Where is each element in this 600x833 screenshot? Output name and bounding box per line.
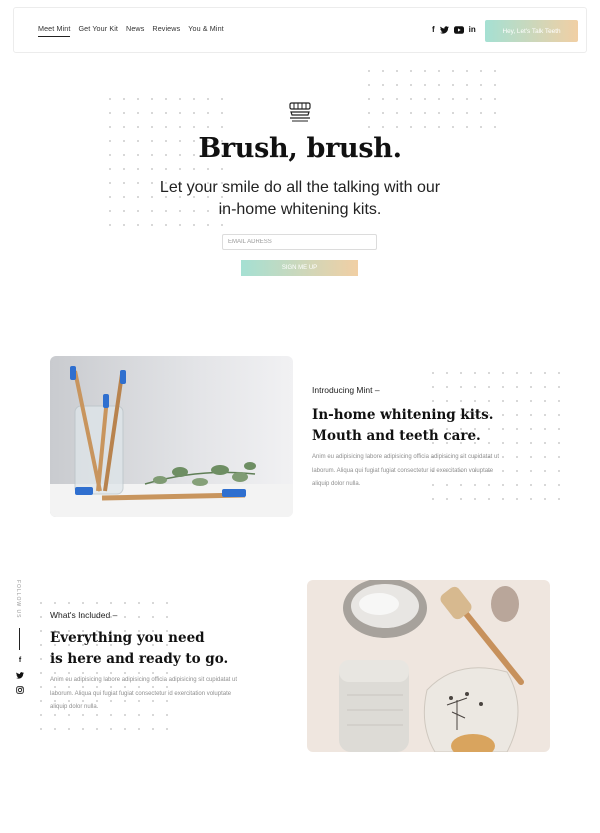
intro-title-line-1: In-home whitening kits. xyxy=(312,407,494,423)
hero-subtitle: Let your smile do all the talking with o… xyxy=(0,177,600,221)
linkedin-icon[interactable]: in xyxy=(469,25,476,34)
talk-teeth-button[interactable]: Hey, Let's Talk Teeth xyxy=(485,20,578,42)
facebook-icon[interactable]: f xyxy=(432,25,435,34)
social-links: f in xyxy=(432,25,476,34)
intro-body-line-3: aliquip dolor nulla. xyxy=(312,481,361,487)
intro-body-line-2: laborum. Aliqua qui fugiat fugiat consec… xyxy=(312,467,494,474)
included-body-line-2: laborum. Aliqua qui fugiat fugiat consec… xyxy=(50,690,232,697)
included-title: Everything you need is here and ready to… xyxy=(50,628,228,670)
intro-body-line-1: Anim eu adipisicing labore adipisicing o… xyxy=(312,454,499,460)
spa-kit-photo xyxy=(307,580,550,752)
included-eyebrow: What's Included – xyxy=(50,610,118,620)
hero-subtitle-line-1: Let your smile do all the talking with o… xyxy=(159,179,441,196)
follow-us-label: FOLLOW US xyxy=(15,580,21,619)
main-nav: Meet Mint Get Your Kit News Reviews You … xyxy=(38,24,224,37)
intro-eyebrow: Introducing Mint – xyxy=(312,385,380,395)
sign-up-button[interactable]: SIGN ME UP xyxy=(241,260,358,276)
included-title-line-1: Everything you need xyxy=(50,630,205,646)
nav-news[interactable]: News xyxy=(126,24,144,33)
included-body-line-3: aliquip dolor nulla. xyxy=(50,704,99,710)
hero-title: Brush, brush. xyxy=(198,133,402,164)
twitter-icon[interactable] xyxy=(16,672,24,679)
nav-get-your-kit[interactable]: Get Your Kit xyxy=(78,24,118,33)
email-input[interactable] xyxy=(222,234,377,250)
included-body-line-1: Anim eu adipisicing labore adipisicing o… xyxy=(50,677,237,683)
toothbrush-icon xyxy=(289,102,311,122)
youtube-icon[interactable] xyxy=(453,25,464,34)
twitter-icon[interactable] xyxy=(439,25,449,34)
dot-pattern xyxy=(362,64,502,134)
nav-meet-mint[interactable]: Meet Mint xyxy=(38,24,71,37)
included-title-line-2: is here and ready to go. xyxy=(50,651,229,667)
facebook-icon[interactable]: f xyxy=(16,657,24,664)
toothbrush-jar-photo xyxy=(50,356,293,517)
hero-subtitle-line-2: in-home whitening kits. xyxy=(218,201,382,218)
intro-title: In-home whitening kits. Mouth and teeth … xyxy=(312,405,493,447)
nav-you-and-mint[interactable]: You & Mint xyxy=(188,24,224,33)
follow-divider xyxy=(19,628,20,650)
included-body: Anim eu adipisicing labore adipisicing o… xyxy=(50,674,237,715)
nav-reviews[interactable]: Reviews xyxy=(152,24,180,33)
site-header: Meet Mint Get Your Kit News Reviews You … xyxy=(13,7,587,53)
instagram-icon[interactable] xyxy=(16,686,24,694)
intro-body: Anim eu adipisicing labore adipisicing o… xyxy=(312,451,499,492)
intro-title-line-2: Mouth and teeth care. xyxy=(312,428,481,444)
